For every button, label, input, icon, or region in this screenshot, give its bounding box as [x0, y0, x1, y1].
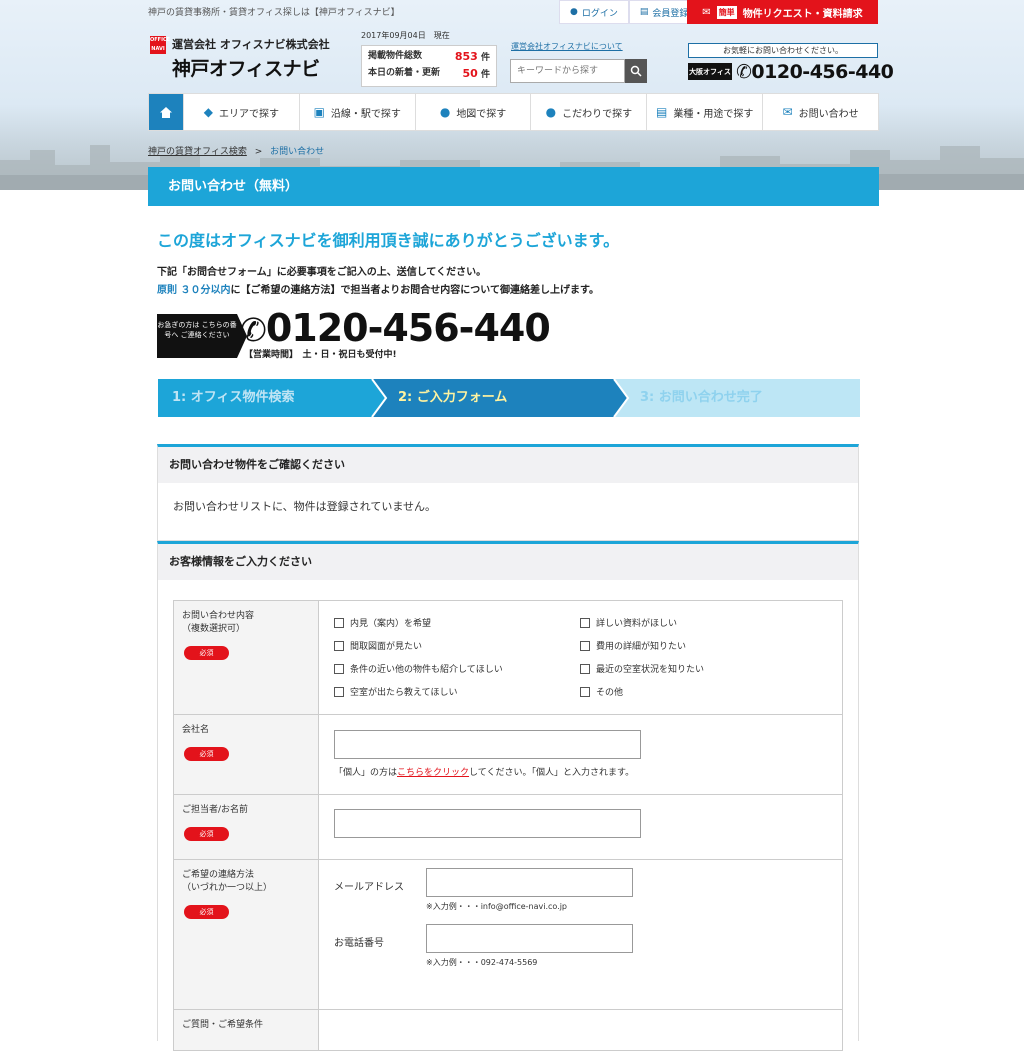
email-field[interactable]	[426, 868, 633, 897]
required-badge: 必須	[184, 827, 229, 841]
header-phone[interactable]: ✆0120-456-440	[736, 61, 894, 83]
office-navi-logo-mark: OFFICE NAVI	[150, 36, 171, 54]
intro-text: 下記「お問合せフォーム」に必要事項をご記入の上、送信してください。 原則 ３０分…	[157, 267, 599, 296]
nav-contact[interactable]: ✉ お問い合わせ	[762, 94, 878, 130]
site-tagline: 神戸の賃貸事務所・賃貸オフィス探しは【神戸オフィスナビ】	[148, 8, 400, 18]
progress-steps: 1: オフィス物件検索 2: ご入力フォーム 3: お問い合わせ完了	[158, 379, 860, 417]
new-listings-count: 50	[462, 67, 478, 80]
checkbox-vacancy[interactable]: 最近の空室状況を知りたい	[580, 662, 827, 675]
magnifier-list-icon: ▤	[656, 105, 668, 119]
user-icon: ●	[570, 7, 578, 17]
checkbox-other[interactable]: その他	[580, 685, 827, 698]
keyword-search	[510, 59, 647, 83]
site-name: 神戸オフィスナビ	[172, 58, 320, 80]
urgent-call-note: お急ぎの方は こちらの番号へ ご連絡ください	[157, 314, 237, 358]
page-title: お問い合わせ（無料）	[148, 167, 879, 206]
contact-prompt: お気軽にお問い合わせください。	[688, 43, 878, 58]
top-account-links: ● ログイン ▤ 会員登録	[559, 0, 700, 24]
home-button[interactable]	[149, 94, 183, 130]
area-map-icon: ◆	[203, 105, 214, 119]
stats-date: 2017年09月04日 現在	[361, 31, 450, 40]
nav-area-search[interactable]: ◆ エリアで探す	[183, 94, 299, 130]
business-hours: 【営業時間】 土・日・祝日も受付中!	[244, 350, 397, 360]
required-badge: 必須	[184, 747, 229, 761]
form-row-inquiry: お問い合わせ内容 （複数選択可） 必須 内見（案内）を希望 詳しい資料がほしい …	[174, 601, 842, 715]
required-badge: 必須	[184, 646, 229, 660]
individual-link[interactable]: こちらをクリック	[397, 768, 469, 778]
empty-list-message: お問い合わせリストに、物件は登録されていません。	[173, 500, 437, 513]
listing-stats: 2017年09月04日 現在 掲載物件総数 853 件 本日の新着・更新 50 件	[361, 30, 497, 87]
main-phone-number[interactable]: ✆0120-456-440	[240, 306, 551, 350]
section-heading: お客様情報をご入力ください	[158, 544, 858, 580]
step-3: 3: お問い合わせ完了	[640, 390, 763, 405]
envelope-icon: ✉	[782, 105, 793, 119]
phone-field[interactable]	[426, 924, 633, 953]
email-example: ※入力例・・・info@office-navi.co.jp	[426, 902, 568, 911]
checkbox-details[interactable]: 詳しい資料がほしい	[580, 616, 827, 629]
checkbox-similar[interactable]: 条件の近い他の物件も紹介してほしい	[334, 662, 580, 675]
home-icon	[160, 106, 172, 118]
step-1: 1: オフィス物件検索	[172, 390, 295, 405]
individual-note: 「個人」の方はこちらをクリックしてください。「個人」と入力されます。	[334, 768, 635, 778]
mail-icon: ✉	[702, 6, 711, 18]
total-listings-count: 853	[454, 50, 478, 63]
location-pin-icon: ●	[439, 105, 451, 119]
login-link[interactable]: ● ログイン	[559, 0, 629, 24]
form-row-company: 会社名 必須 「個人」の方はこちらをクリックしてください。「個人」と入力されます…	[174, 715, 842, 795]
step-2: 2: ご入力フォーム	[398, 390, 508, 405]
nav-station-search[interactable]: ▣ 沿線・駅で探す	[298, 94, 415, 130]
breadcrumb: 神戸の賃貸オフィス検索 > お問い合わせ	[148, 144, 324, 157]
phone-example: ※入力例・・・092-474-5569	[426, 958, 538, 967]
phone-icon: ✆	[736, 61, 752, 83]
phone-label: お電話番号	[334, 938, 384, 949]
search-button[interactable]	[625, 59, 647, 83]
checkbox-costs[interactable]: 費用の詳細が知りたい	[580, 639, 827, 652]
company-name: 運営会社 オフィスナビ株式会社	[172, 38, 330, 51]
site-logo[interactable]: OFFICE NAVI 運営会社 オフィスナビ株式会社 神戸オフィスナビ	[150, 36, 330, 81]
breadcrumb-home-link[interactable]: 神戸の賃貸オフィス検索	[148, 147, 247, 157]
section-heading: お問い合わせ物件をご確認ください	[158, 447, 858, 483]
breadcrumb-separator: >	[254, 147, 263, 157]
main-navigation: ◆ エリアで探す ▣ 沿線・駅で探す ● 地図で探す ● こだわりで探す ▤ 業種・用途で…	[148, 93, 879, 131]
form-row-questions: ご質問・ご希望条件	[174, 1010, 842, 1050]
company-name-field[interactable]	[334, 730, 641, 759]
easy-badge: 簡単	[716, 5, 737, 19]
search-icon	[630, 65, 642, 77]
about-company-link[interactable]: 運営会社オフィスナビについて	[511, 41, 623, 52]
thanks-message: この度はオフィスナビを御利用頂き誠にありがとうございます。	[157, 231, 620, 250]
form-row-person: ご担当者/お名前 必須	[174, 795, 842, 860]
form-row-contact-method: ご希望の連絡方法 （いづれか一つ以上） 必須 メールアドレス ※入力例・・・in…	[174, 860, 842, 1010]
chat-bubble-icon: ●	[545, 105, 557, 119]
breadcrumb-current: お問い合わせ	[270, 147, 325, 157]
customer-form: お問い合わせ内容 （複数選択可） 必須 内見（案内）を希望 詳しい資料がほしい …	[173, 600, 843, 1051]
document-icon: ▤	[639, 7, 649, 17]
nav-map-search[interactable]: ● 地図で探す	[414, 94, 531, 130]
checkbox-viewing[interactable]: 内見（案内）を希望	[334, 616, 580, 629]
email-label: メールアドレス	[334, 882, 404, 893]
nav-feature-search[interactable]: ● こだわりで探す	[530, 94, 646, 130]
search-input[interactable]	[510, 59, 625, 83]
required-badge: 必須	[184, 905, 229, 919]
person-name-field[interactable]	[334, 809, 641, 838]
osaka-office-badge: 大阪オフィス	[688, 63, 732, 80]
phone-icon: ✆	[240, 311, 267, 349]
checkbox-floorplan[interactable]: 間取図面が見たい	[334, 639, 580, 652]
property-request-button[interactable]: ✉ 簡単 物件リクエスト・資料請求	[687, 0, 878, 24]
nav-industry-search[interactable]: ▤ 業種・用途で探す	[646, 94, 762, 130]
confirm-properties-section: お問い合わせ物件をご確認ください お問い合わせリストに、物件は登録されていません…	[157, 444, 859, 541]
checkbox-notify[interactable]: 空室が出たら教えてほしい	[334, 685, 580, 698]
train-icon: ▣	[313, 105, 325, 119]
